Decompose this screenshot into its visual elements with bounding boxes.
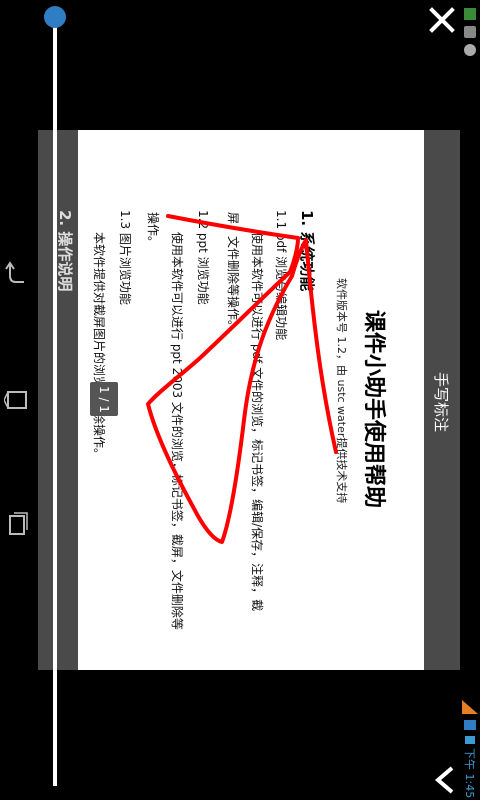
section2-heading: 2. 操作说明 <box>56 210 74 292</box>
header-title: 手写标注 <box>432 372 450 433</box>
page-slider-knob[interactable] <box>44 6 66 28</box>
document-title: 课件小助手使用帮助 <box>361 310 386 509</box>
android-icon <box>464 44 476 56</box>
nav-back-icon[interactable] <box>432 764 456 794</box>
section1-heading: 1. 系统功能 <box>298 210 316 292</box>
signal-icon <box>462 700 478 714</box>
section-1-2-body-2: 操作。 <box>146 212 160 249</box>
home-icon[interactable] <box>3 386 30 412</box>
notification-icon <box>464 8 476 20</box>
page-indicator: 1 / 1 <box>90 382 118 416</box>
section-1-3-heading: 1.3 图片浏览功能 <box>118 210 132 305</box>
status-time: 下午 1:45 <box>463 748 476 799</box>
section-1-2-heading: 1.2 ppt 浏览功能 <box>196 210 210 305</box>
section-1-2-body-1: 使用本软件可以进行 ppt 2003 文件的浏览，标记书签，截屏，文件删除等 <box>170 232 184 630</box>
wifi-icon <box>464 720 476 730</box>
section-1-1-heading: 1.1 pdf 浏览与编辑功能 <box>274 210 288 341</box>
page-indicator-text: 1 / 1 <box>97 386 111 413</box>
back-icon[interactable] <box>4 260 30 286</box>
battery-icon <box>465 736 475 744</box>
recent-apps-icon[interactable] <box>4 512 30 538</box>
section-1-1-body-2: 屏，文件删除等操作。 <box>226 212 240 333</box>
status-bar: 下午 1:45 <box>460 0 480 800</box>
version-line: 软件版本号 1.2，由 ustc water提供技术支持 <box>335 278 348 504</box>
usb-icon <box>464 26 476 38</box>
page-slider-track[interactable] <box>53 18 57 786</box>
close-icon[interactable] <box>428 6 456 34</box>
section-1-3-body: 本软件提供对截屏图片的浏览，删除操作。 <box>92 232 106 461</box>
section-1-1-body-1: 使用本软件可以进行 pdf 文件的浏览，标记书签，编辑/保存，注释，截 <box>250 232 264 612</box>
